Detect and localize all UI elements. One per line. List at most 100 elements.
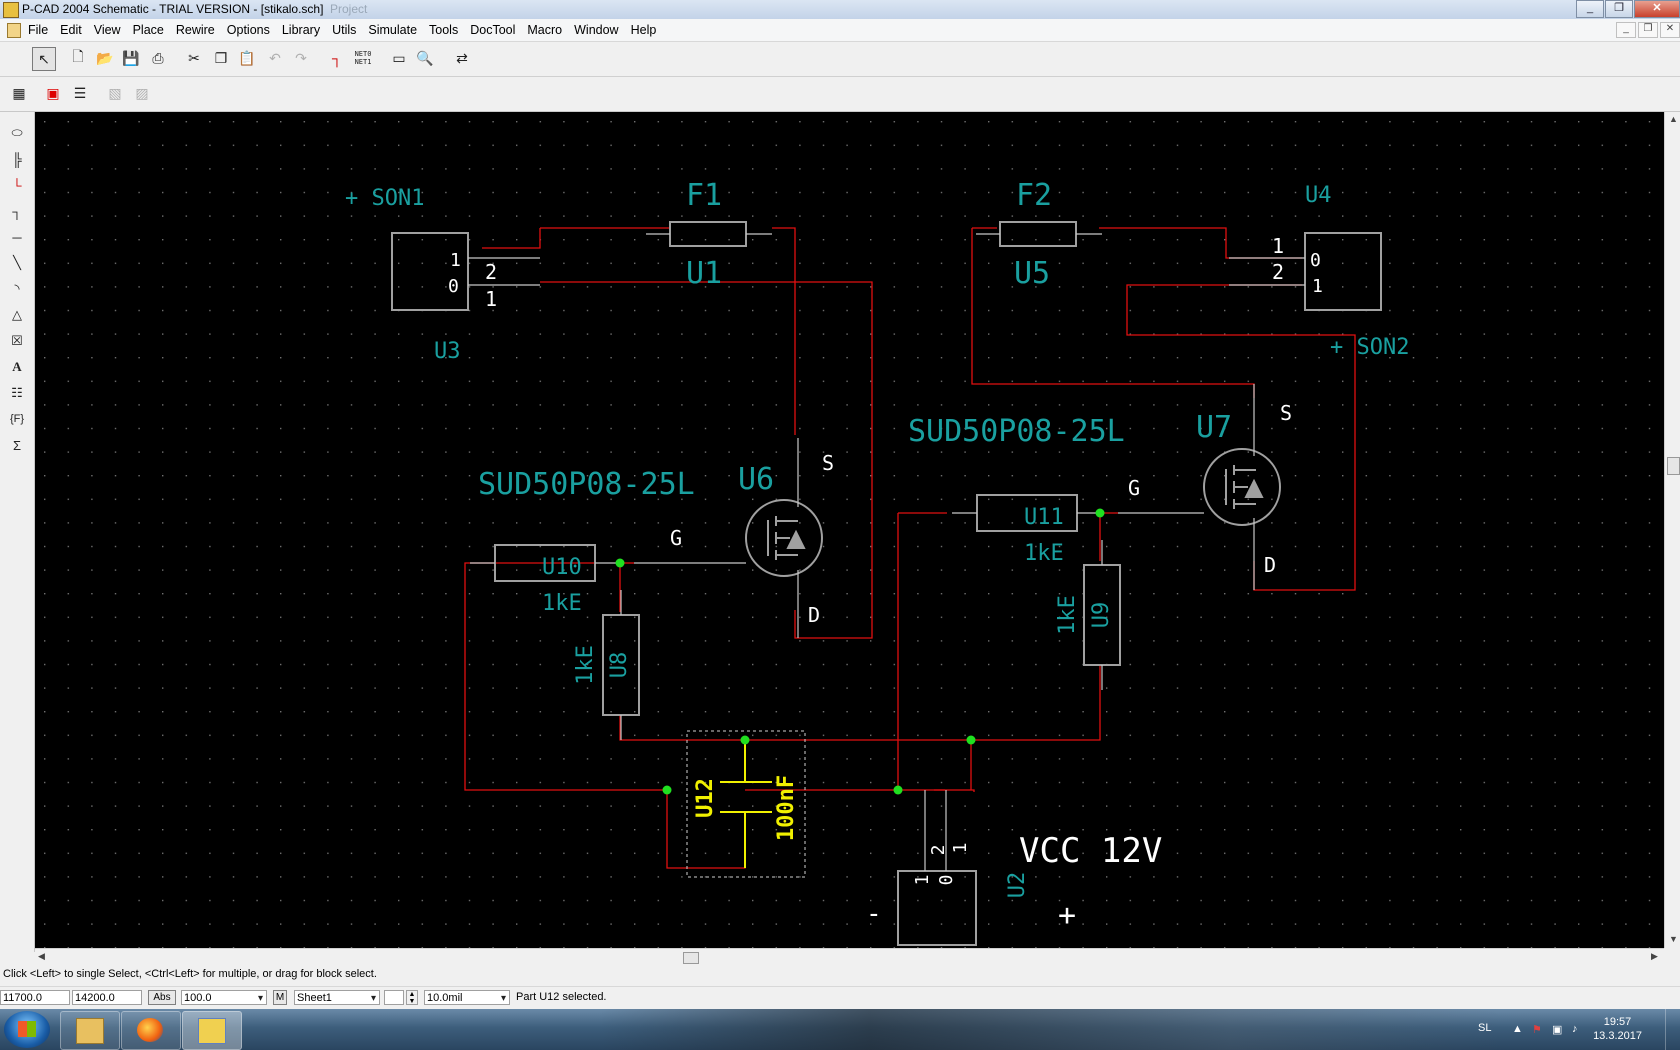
list-icon[interactable]: ☰ [69,82,91,104]
place-table-icon[interactable]: ☷ [6,382,28,404]
grid-select[interactable]: 10.0mil [424,990,510,1006]
clock[interactable]: 19:57 13.3.2017 [1593,1015,1642,1043]
menu-macro[interactable]: Macro [527,23,562,37]
place-pin-icon[interactable]: ─ [6,226,28,248]
place-function-icon[interactable]: {F} [6,408,28,430]
u11-label[interactable]: U11 [1024,505,1064,530]
document-icon[interactable] [7,23,21,38]
menu-window[interactable]: Window [574,23,618,37]
u9-value[interactable]: 1kE [1055,595,1080,635]
u8-label[interactable]: U8 [607,652,632,679]
vcc-label[interactable]: VCC 12V [1019,831,1162,871]
scroll-down-icon[interactable]: ▼ [1669,934,1678,944]
u5-label[interactable]: U5 [1014,256,1050,291]
menu-edit[interactable]: Edit [60,23,82,37]
f2-label[interactable]: F2 [1016,178,1052,213]
y-coordinate-field[interactable]: 14200.0 [72,990,142,1005]
horizontal-scrollbar[interactable]: ◀ ▶ [35,948,1664,965]
close-button[interactable]: ✕ [1634,0,1680,18]
copy-icon[interactable]: ❐ [210,47,232,69]
menu-options[interactable]: Options [227,23,270,37]
u4-label[interactable]: U4 [1305,183,1332,208]
sheet-frame-icon[interactable]: ▣ [42,82,64,104]
menu-tools[interactable]: Tools [429,23,458,37]
maximize-button[interactable]: ❐ [1605,0,1633,18]
app-icon[interactable] [3,2,19,18]
menu-view[interactable]: View [94,23,121,37]
mdi-restore-button[interactable]: ❐ [1638,22,1658,38]
grid-spinner[interactable]: ▲ ▼ [406,990,418,1005]
u3-label[interactable]: U3 [434,339,461,364]
place-wire-icon[interactable]: └ [6,174,28,196]
schematic-canvas[interactable]: U12 100nF + SON1 F1 U1 U3 F2 U5 U4 + SON… [35,112,1664,948]
scroll-left-icon[interactable]: ◀ [38,951,45,962]
paste-icon[interactable]: 📋 [236,47,258,69]
scroll-up-icon[interactable]: ▲ [1669,114,1678,124]
place-bus-icon[interactable]: ╠ [6,148,28,170]
u11-value[interactable]: 1kE [1024,541,1064,566]
menu-doctool[interactable]: DocTool [470,23,515,37]
u10-value[interactable]: 1kE [542,591,582,616]
u9-label[interactable]: U9 [1089,602,1114,629]
measure-icon[interactable]: ▭ [388,47,410,69]
son1-label[interactable]: + SON1 [345,186,424,211]
grid-spin-field[interactable] [384,990,404,1005]
horizontal-scroll-thumb[interactable] [683,952,699,964]
component-icon[interactable]: ▧ [104,82,126,104]
network-icon[interactable]: ▣ [1552,1023,1562,1036]
u10-label[interactable]: U10 [542,555,582,580]
u8-value[interactable]: 1kE [573,645,598,685]
place-polygon-icon[interactable]: △ [6,304,28,326]
x-coordinate-field[interactable]: 11700.0 [0,990,70,1005]
son2-label[interactable]: + SON2 [1330,335,1409,360]
undo-icon[interactable]: ↶ [264,47,286,69]
grid-icon[interactable]: ▦ [8,82,30,104]
u7-label[interactable]: U7 [1196,410,1232,445]
place-field-icon[interactable]: ☒ [6,330,28,352]
print-icon[interactable]: ⎙ [147,47,169,69]
zoom-select[interactable]: 100.0 [181,990,267,1006]
place-sum-icon[interactable]: Σ [6,434,28,456]
place-text-icon[interactable]: A [6,356,28,378]
menu-file[interactable]: File [28,23,48,37]
u1-label[interactable]: U1 [686,256,722,291]
u6-label[interactable]: U6 [738,462,774,497]
redo-icon[interactable]: ↷ [290,47,312,69]
menu-simulate[interactable]: Simulate [368,23,417,37]
netlist-icon[interactable]: ⇄ [451,47,473,69]
mdi-minimize-button[interactable]: _ [1616,22,1636,38]
scroll-right-icon[interactable]: ▶ [1651,951,1658,962]
new-file-icon[interactable]: 🗋 [67,47,89,69]
taskbar-firefox[interactable] [121,1011,181,1050]
menu-rewire[interactable]: Rewire [176,23,215,37]
u2-label[interactable]: U2 [1005,872,1030,899]
schematic-drawing[interactable]: U12 100nF + SON1 F1 U1 U3 F2 U5 U4 + SON… [35,112,1664,948]
cut-icon[interactable]: ✂ [183,47,205,69]
f1-label[interactable]: F1 [686,178,722,213]
place-line-icon[interactable]: ╲ [6,252,28,274]
save-icon[interactable]: 💾 [120,47,142,69]
vertical-scrollbar[interactable]: ▲ ▼ [1664,112,1680,948]
menu-library[interactable]: Library [282,23,320,37]
show-desktop-button[interactable] [1665,1009,1680,1050]
mdi-close-button[interactable]: ✕ [1660,22,1680,38]
menu-utils[interactable]: Utils [332,23,356,37]
select-arrow-icon[interactable]: ↖ [32,47,56,71]
u6-value[interactable]: SUD50P08-25L [478,467,695,502]
action-center-icon[interactable]: ⚑ [1532,1023,1542,1036]
property-icon[interactable]: ▨ [131,82,153,104]
menu-place[interactable]: Place [133,23,164,37]
u7-value[interactable]: SUD50P08-25L [908,414,1125,449]
taskbar-pcad[interactable] [182,1011,242,1050]
sheet-select[interactable]: Sheet1 [294,990,380,1006]
place-port-icon[interactable]: ┐ [6,200,28,222]
wire-tool-icon[interactable]: ┐ [326,47,348,69]
rename-net-icon[interactable]: NET0 NET1 [352,47,374,69]
abs-toggle-button[interactable]: Abs [148,990,176,1005]
zoom-icon[interactable]: 🔍 [414,47,436,69]
volume-icon[interactable]: ♪ [1572,1023,1578,1035]
start-button[interactable] [4,1011,50,1048]
open-folder-icon[interactable]: 📂 [94,47,116,69]
menu-help[interactable]: Help [631,23,657,37]
language-indicator[interactable]: SL [1478,1022,1491,1034]
